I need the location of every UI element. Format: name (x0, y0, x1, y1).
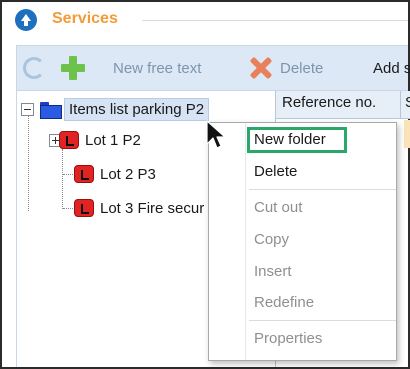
lot-icon (59, 131, 79, 149)
title-bar: Services (2, 2, 408, 38)
menu-item-insert[interactable]: Insert (254, 263, 292, 280)
refresh-icon[interactable] (23, 57, 45, 79)
menu-item-redefine[interactable]: Redefine (254, 294, 314, 311)
menu-item-cut-out[interactable]: Cut out (254, 199, 302, 216)
menu-item-properties[interactable]: Properties (254, 330, 322, 347)
add-button[interactable]: Add s (373, 46, 410, 90)
menu-item-copy[interactable]: Copy (254, 231, 289, 248)
lot-icon (74, 199, 94, 217)
new-free-text-label: New free text (113, 59, 202, 77)
delete-label: Delete (280, 59, 324, 77)
title-divider (142, 20, 408, 21)
context-menu: New folder Delete Cut out Copy Insert Re… (208, 122, 397, 361)
collapse-icon[interactable] (21, 102, 34, 116)
delete-icon[interactable] (249, 56, 273, 80)
tree-item-lot-1[interactable]: Lot 1 P2 (49, 128, 141, 152)
toolbar: New free text Delete Add s (16, 45, 410, 91)
lot-icon (74, 165, 94, 183)
menu-separator (249, 320, 396, 321)
menu-item-delete[interactable]: Delete (254, 163, 297, 180)
delete-button[interactable]: Delete (280, 46, 323, 90)
tree-item-label[interactable]: Lot 3 Fire secur (100, 200, 204, 217)
tree-item-lot-2[interactable]: Lot 2 P3 (74, 162, 156, 186)
tree-root-label[interactable]: Items list parking P2 (64, 97, 210, 121)
up-arrow-icon[interactable] (15, 9, 37, 31)
menu-separator (249, 189, 396, 190)
add-icon[interactable] (61, 56, 85, 80)
tree-connector (63, 174, 73, 175)
tree-connector (63, 208, 73, 209)
new-free-text-button[interactable]: New free text (113, 46, 201, 90)
grid-header: Reference no. S (276, 91, 410, 119)
folder-icon (40, 101, 62, 119)
add-label: Add s (373, 59, 410, 77)
tree-item-lot-3[interactable]: Lot 3 Fire secur (74, 196, 204, 220)
tree-item-label[interactable]: Lot 1 P2 (85, 132, 141, 149)
column-header-s[interactable]: S (405, 94, 410, 111)
window-title: Services (52, 10, 118, 27)
services-window: Services New free text Delete Add s Item… (0, 0, 410, 369)
column-header-reference-no[interactable]: Reference no. (282, 94, 376, 111)
grid-row-selected[interactable] (404, 120, 410, 148)
column-separator[interactable] (400, 91, 401, 119)
menu-item-new-folder[interactable]: New folder (254, 131, 326, 148)
tree-connector (62, 149, 63, 209)
tree-connector (28, 116, 29, 211)
tree-item-label[interactable]: Lot 2 P3 (100, 166, 156, 183)
tree-root-item[interactable]: Items list parking P2 (21, 96, 210, 122)
mouse-cursor-icon (206, 120, 226, 149)
menu-gutter (245, 123, 246, 360)
